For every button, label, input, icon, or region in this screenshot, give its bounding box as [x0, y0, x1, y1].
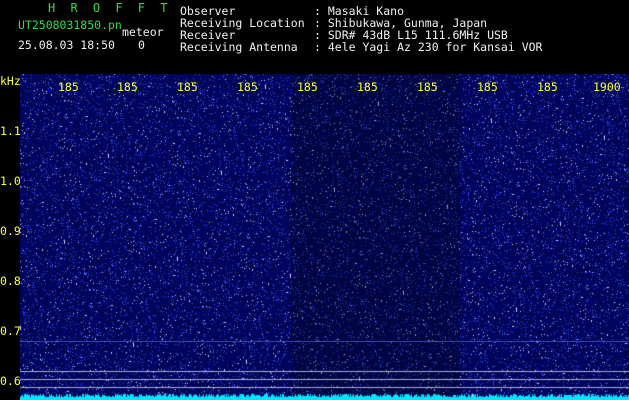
file-name: UT2508031850.pn [18, 18, 122, 32]
spectrogram [20, 74, 629, 400]
y-tick-label: 1.0 [0, 174, 21, 188]
x-tick-label: 185 [297, 80, 318, 94]
meteor-count: 0 [138, 38, 145, 52]
x-tick-label: 185 [537, 80, 558, 94]
x-tick-label: 185 [117, 80, 138, 94]
x-tick-label: 185 [58, 80, 79, 94]
x-tick-label: 1900 [593, 80, 621, 94]
y-tick-label: 0.9 [0, 224, 21, 238]
meteor-label: meteor [122, 25, 164, 39]
app-title: H R O F F T [48, 1, 172, 15]
y-tick-label: 1.1 [0, 124, 21, 138]
antenna-label: Receiving Antenna [180, 40, 298, 54]
y-tick-label: 0.8 [0, 274, 21, 288]
y-tick-label: 0.6 [0, 374, 21, 388]
y-tick-label: 0.7 [0, 324, 21, 338]
date-time: 25.08.03 18:50 [18, 38, 115, 52]
antenna-value: : 4ele Yagi Az 230 for Kansai VOR [314, 40, 543, 54]
x-tick-label: 185 [237, 80, 258, 94]
x-tick-label: 185 [417, 80, 438, 94]
x-tick-label: 185 [357, 80, 378, 94]
x-tick-label: 185 [477, 80, 498, 94]
x-tick-label: 185 [177, 80, 198, 94]
y-axis-unit: kHz [0, 74, 21, 88]
header-panel: H R O F F T UT2508031850.pn meteor 25.08… [0, 0, 629, 72]
